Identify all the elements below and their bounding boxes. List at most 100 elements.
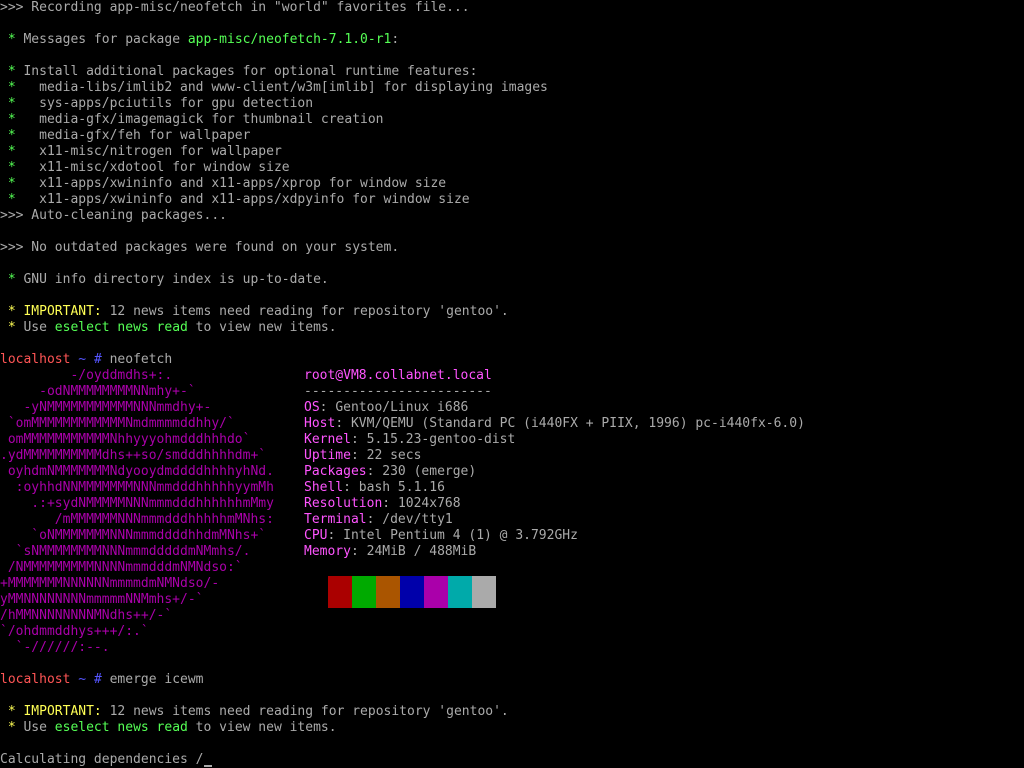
- package-name: app-misc/neofetch-7.1.0-r1: [187, 32, 392, 47]
- info-colon: :: [382, 496, 398, 511]
- important-label: IMPORTANT:: [23, 304, 102, 319]
- logo-art-line: `omMMMMMMMMMMMMNmdmmmmddhhy/`: [0, 416, 235, 431]
- optional-dep-line: * x11-apps/xwininfo and x11-apps/xdpyinf…: [0, 192, 470, 208]
- optional-dep-text: x11-misc/xdotool for window size: [23, 160, 290, 175]
- optional-features-line: * Install additional packages for option…: [0, 64, 478, 80]
- logo-art-line: `-//////:--.: [0, 640, 110, 655]
- logo-art-line: /hMMNNNNNNNNMNdhs++/-`: [0, 608, 173, 623]
- text-cursor[interactable]: [203, 765, 212, 767]
- info-key: Resolution: [304, 496, 383, 511]
- optional-dep-text: x11-apps/xwininfo and x11-apps/xdpyinfo …: [23, 192, 470, 207]
- optional-dep-line: * media-gfx/imagemagick for thumbnail cr…: [0, 112, 384, 128]
- info-key: Shell: [304, 480, 344, 495]
- important-text: 12 news items need reading for repositor…: [101, 704, 509, 719]
- star-bullet: *: [7, 720, 16, 735]
- star-bullet: *: [7, 80, 16, 95]
- info-row: Resolution: 1024x768: [304, 496, 461, 512]
- color-swatch: [448, 576, 472, 608]
- no-outdated-line: >>> No outdated packages were found on y…: [0, 240, 400, 255]
- info-colon: :: [350, 544, 367, 559]
- star-bullet: *: [7, 304, 16, 319]
- messages-line: * Messages for package app-misc/neofetch…: [0, 32, 399, 48]
- calculating-line: Calculating dependencies /: [0, 752, 212, 768]
- logo-art-line: :oyhhdNNMMMMMMMNNNmmdddhhhhhyymMh: [0, 480, 274, 495]
- info-index-text: GNU info directory index is up-to-date.: [23, 272, 329, 287]
- logo-art-line: omMMMMMMMMMMMNhhyyyohmdddhhhdo`: [0, 432, 251, 447]
- info-index-line: * GNU info directory index is up-to-date…: [0, 272, 329, 288]
- info-colon: :: [335, 416, 351, 431]
- logo-art-line: -/oyddmdhs+:.: [0, 368, 173, 383]
- info-value: KVM/QEMU (Standard PC (i440FX + PIIX, 19…: [350, 416, 805, 431]
- logo-art-line: /mMMMMMMNNNmmmdddhhhhhmMNhs:: [0, 512, 274, 527]
- optional-dep-line: * x11-apps/xwininfo and x11-apps/xprop f…: [0, 176, 446, 192]
- logo-art-line: -odNMMMMMMMMNNmhy+-`: [0, 384, 196, 399]
- info-value: 5.15.23-gentoo-dist: [366, 432, 516, 447]
- eselect-command: eselect news read: [54, 320, 188, 335]
- use-text: Use: [23, 320, 55, 335]
- prompt-dir: ~: [78, 672, 87, 687]
- logo-art-line: oyhdmNMMMMMMMNdyooydmddddhhhhyhNd.: [0, 464, 274, 479]
- important-label: IMPORTANT:: [23, 704, 102, 719]
- info-colon: :: [327, 528, 344, 543]
- logo-art-line: `oNMMMMMMMNNNmmmddddhhdmMNhs+`: [0, 528, 267, 543]
- info-row: Terminal: /dev/tty1: [304, 512, 453, 528]
- info-value: Gentoo/Linux i686: [335, 400, 469, 415]
- info-colon: :: [343, 480, 359, 495]
- optional-features-text: Install additional packages for optional…: [23, 64, 478, 79]
- logo-art-line: `sNMMMMMMMMNNNmmmdddddmNMmhs/.: [0, 544, 251, 559]
- important-text: 12 news items need reading for repositor…: [101, 304, 509, 319]
- color-swatch: [376, 576, 400, 608]
- color-swatch: [328, 576, 352, 608]
- info-separator: ------------------------: [304, 384, 492, 399]
- info-row: Uptime: 22 secs: [304, 448, 421, 464]
- star-bullet: *: [7, 320, 16, 335]
- info-colon: :: [319, 400, 336, 415]
- auto-cleaning-line: >>> Auto-cleaning packages...: [0, 208, 227, 223]
- optional-dep-line: * x11-misc/nitrogen for wallpaper: [0, 144, 282, 160]
- color-swatch: [400, 576, 424, 608]
- info-value: /dev/tty1: [382, 512, 453, 527]
- info-value: Intel Pentium 4 (1) @ 3.792GHz: [343, 528, 578, 543]
- color-swatch: [472, 576, 496, 608]
- logo-art-line: .:+sydNMMMMMNNNmmmdddhhhhhhmMmy: [0, 496, 274, 511]
- info-colon: :: [366, 512, 383, 527]
- logo-art-line: `/ohdmmddhys+++/:.`: [0, 624, 149, 639]
- prompt-hash: #: [93, 672, 102, 687]
- info-row: CPU: Intel Pentium 4 (1) @ 3.792GHz: [304, 528, 578, 544]
- optional-dep-text: sys-apps/pciutils for gpu detection: [23, 96, 314, 111]
- color-palette: [328, 576, 496, 608]
- star-bullet: *: [7, 32, 16, 47]
- prompt-hash: #: [93, 352, 102, 367]
- prompt-host: localhost: [0, 672, 71, 687]
- info-row: OS: Gentoo/Linux i686: [304, 400, 468, 416]
- info-key: Memory: [304, 544, 351, 559]
- info-colon: :: [366, 464, 383, 479]
- star-bullet: *: [7, 64, 16, 79]
- info-row: Packages: 230 (emerge): [304, 464, 476, 480]
- optional-dep-line: * media-libs/imlib2 and www-client/w3m[i…: [0, 80, 548, 96]
- info-value: 24MiB / 488MiB: [366, 544, 477, 559]
- command-text: neofetch: [109, 352, 173, 367]
- star-bullet: *: [7, 128, 16, 143]
- calculating-text: Calculating dependencies /: [0, 752, 204, 767]
- star-bullet: *: [7, 160, 16, 175]
- logo-art-line: .ydMMMMMMMMMMdhs++so/smdddhhhhdm+`: [0, 448, 267, 463]
- optional-dep-text: media-libs/imlib2 and www-client/w3m[iml…: [23, 80, 548, 95]
- logo-art-line: -yNMMMMMMMMMMMNNNmmdhy+-: [0, 400, 212, 415]
- prompt-line: localhost ~ # neofetch: [0, 352, 172, 368]
- command-text: emerge icewm: [109, 672, 204, 687]
- info-row: Host: KVM/QEMU (Standard PC (i440FX + PI…: [304, 416, 805, 432]
- logo-art-line: yMMNNNNNNNNmmmmmNNMmhs+/-`: [0, 592, 204, 607]
- color-swatch: [424, 576, 448, 608]
- star-bullet: *: [7, 112, 16, 127]
- view-text: to view new items.: [187, 720, 337, 735]
- news-important-line: * IMPORTANT: 12 news items need reading …: [0, 704, 509, 720]
- info-key: Packages: [304, 464, 367, 479]
- news-use-line: * Use eselect news read to view new item…: [0, 720, 337, 736]
- prompt-dir: ~: [78, 352, 87, 367]
- star-bullet: *: [7, 96, 16, 111]
- info-key: Terminal: [304, 512, 367, 527]
- terminal-screen[interactable]: >>> Recording app-misc/neofetch in "worl…: [0, 0, 1024, 768]
- star-bullet: *: [7, 704, 16, 719]
- info-colon: :: [350, 432, 367, 447]
